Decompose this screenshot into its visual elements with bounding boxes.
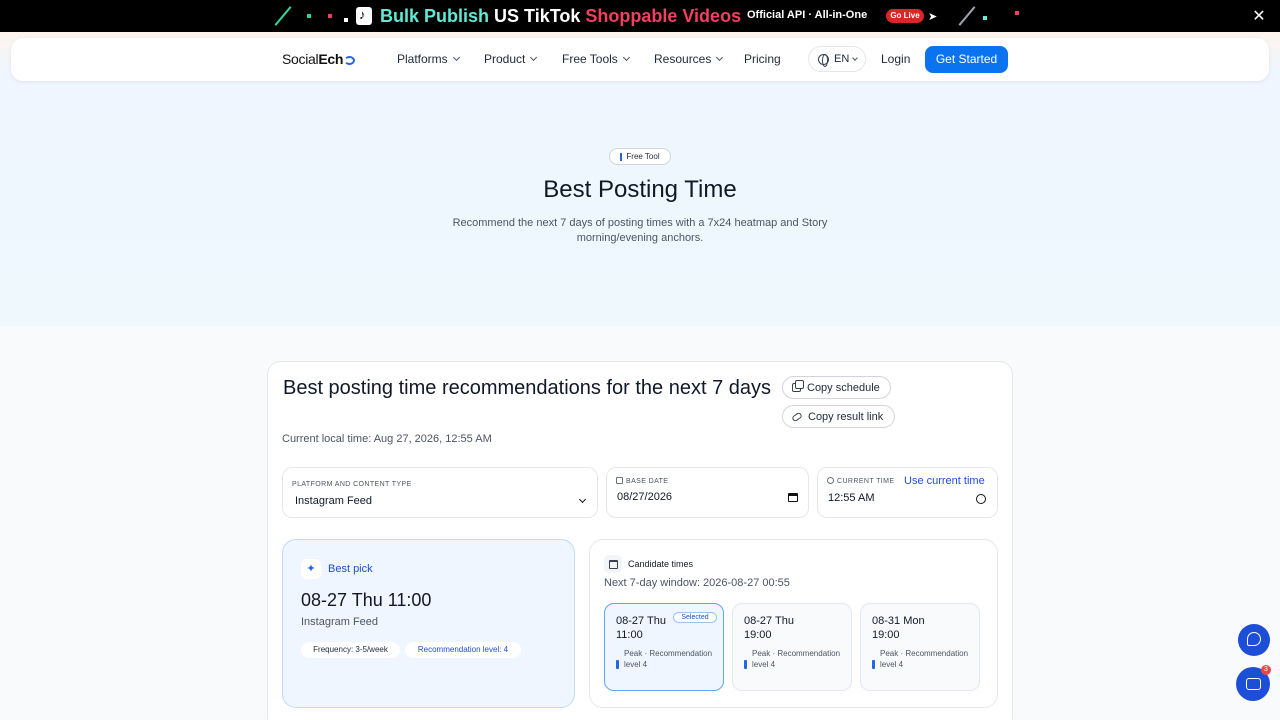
page-title: Best Posting Time xyxy=(543,176,737,203)
nav-product-label: Product xyxy=(484,52,526,66)
base-date-field[interactable]: Base date 08/27/2026 xyxy=(606,467,809,518)
language-selector[interactable]: EN xyxy=(808,46,866,72)
chat-bubble-button[interactable] xyxy=(1238,624,1270,656)
base-date-label: Base date xyxy=(616,477,668,485)
sparkle-icon: ✦ xyxy=(301,559,321,579)
link-icon xyxy=(791,411,803,422)
slot-time: 08-27 Thu 11:00 xyxy=(616,615,666,641)
nav-free-tools[interactable]: Free Tools xyxy=(562,52,630,66)
best-pick-label: Best pick xyxy=(328,563,373,575)
nav-resources-label: Resources xyxy=(654,52,712,66)
nav-platforms[interactable]: Platforms xyxy=(397,52,460,66)
best-pick-time: 08-27 Thu 11:00 xyxy=(301,590,432,610)
copy-link-label: Copy result link xyxy=(808,410,884,423)
candidate-window: Next 7-day window: 2026-08-27 00:55 xyxy=(604,577,790,589)
nav-free-tools-label: Free Tools xyxy=(562,52,618,66)
tiktok-bag-icon xyxy=(356,7,372,25)
login-link[interactable]: Login xyxy=(881,52,910,66)
calendar-icon xyxy=(616,477,623,484)
promo-banner[interactable]: Bulk Publish US TikTok Shoppable Videos … xyxy=(0,0,1280,32)
clock-picker-icon[interactable] xyxy=(976,494,986,504)
logo-wave-icon xyxy=(344,56,356,65)
slot-time: 08-27 Thu 19:00 xyxy=(744,615,794,641)
platform-select[interactable]: Platform and content type Instagram Feed xyxy=(282,467,598,518)
cursor-icon: ➤ xyxy=(928,11,938,23)
slot-accent-bar xyxy=(744,660,747,669)
copy-schedule-label: Copy schedule xyxy=(807,381,880,394)
current-time-label-text: Current time xyxy=(837,478,895,485)
promo-headline: Bulk Publish US TikTok Shoppable Videos xyxy=(356,5,741,27)
decor-slash xyxy=(958,6,976,26)
free-tool-badge: Free Tool xyxy=(609,148,671,165)
unread-count-badge: 3 xyxy=(1261,665,1271,675)
base-date-label-text: Base date xyxy=(626,478,669,485)
best-pick-type: Instagram Feed xyxy=(301,616,379,628)
language-label: EN xyxy=(834,53,850,65)
go-live-badge[interactable]: Go Live xyxy=(886,9,924,23)
promo-text-part3: Shoppable Videos xyxy=(585,5,742,26)
badge-accent-bar xyxy=(620,152,623,161)
slot-accent-bar xyxy=(872,660,875,669)
copy-schedule-button[interactable]: Copy schedule xyxy=(782,376,891,399)
calendar-picker-icon[interactable] xyxy=(788,493,798,502)
chevron-down-icon xyxy=(716,53,724,62)
logo-prefix: Social xyxy=(282,51,319,67)
nav-product[interactable]: Product xyxy=(484,52,538,66)
nav-pricing[interactable]: Pricing xyxy=(744,52,781,66)
current-time-input[interactable]: 12:55 AM xyxy=(828,492,874,504)
decor-dot xyxy=(983,16,987,20)
page-subtitle: Recommend the next 7 days of posting tim… xyxy=(452,217,828,244)
promo-text-part2: US TikTok xyxy=(494,5,581,26)
chevron-down-icon xyxy=(530,53,538,62)
chevron-down-icon xyxy=(452,53,460,62)
slot-description: Peak · Recommendation level 4 xyxy=(752,649,841,669)
badge-label: Free Tool xyxy=(626,152,660,161)
slot-description: Peak · Recommendation level 4 xyxy=(624,649,713,669)
logo-bold: Ech xyxy=(318,51,344,67)
decor-dot xyxy=(344,18,348,22)
slot-time: 08-31 Mon 19:00 xyxy=(872,615,925,641)
slot-description: Peak · Recommendation level 4 xyxy=(880,649,969,669)
chevron-down-icon xyxy=(578,495,587,504)
slot-accent-bar xyxy=(616,660,619,669)
top-navigation: SocialEch Platforms Product Free Tools R… xyxy=(11,38,1269,81)
platform-value: Instagram Feed xyxy=(295,495,373,507)
nav-resources[interactable]: Resources xyxy=(654,52,724,66)
candidate-slot-1[interactable]: 08-27 Thu 11:00 Selected Peak · Recommen… xyxy=(604,603,724,691)
candidate-slot-2[interactable]: 08-27 Thu 19:00 Peak · Recommendation le… xyxy=(732,603,852,691)
decor-slash xyxy=(274,6,292,26)
platform-label: Platform and content type xyxy=(292,481,412,488)
nav-pricing-label: Pricing xyxy=(744,52,781,66)
recommendation-level-chip: Recommendation level: 4 xyxy=(405,642,521,658)
selected-badge: Selected xyxy=(673,612,717,623)
chevron-down-icon xyxy=(622,53,630,62)
get-started-button[interactable]: Get Started xyxy=(925,46,1008,73)
candidate-times-title: Candidate times xyxy=(628,559,694,569)
logo[interactable]: SocialEch xyxy=(282,51,356,67)
card-title: Best posting time recommendations for th… xyxy=(282,377,772,399)
current-time-label: Current time xyxy=(827,477,894,485)
globe-icon xyxy=(818,53,829,67)
nav-platforms-label: Platforms xyxy=(397,52,448,66)
clock-small-icon xyxy=(827,477,834,484)
promo-text-part1: Bulk Publish xyxy=(380,5,490,26)
use-current-time-link[interactable]: Use current time xyxy=(904,475,985,487)
frequency-chip: Frequency: 3-5/week xyxy=(301,642,400,658)
copy-icon xyxy=(792,380,804,392)
copy-result-link-button[interactable]: Copy result link xyxy=(782,405,895,428)
base-date-input[interactable]: 08/27/2026 xyxy=(617,491,672,503)
close-icon[interactable]: ✕ xyxy=(1250,6,1268,26)
promo-api-text: Official API · All-in-One xyxy=(747,9,868,21)
current-local-time: Current local time: Aug 27, 2026, 12:55 … xyxy=(282,433,492,445)
chevron-down-icon xyxy=(852,54,859,61)
calendar-icon xyxy=(604,555,622,573)
decor-dot xyxy=(307,14,311,18)
decor-dot xyxy=(328,14,332,18)
decor-dot xyxy=(1015,11,1019,15)
candidate-slot-3[interactable]: 08-31 Mon 19:00 Peak · Recommendation le… xyxy=(860,603,980,691)
